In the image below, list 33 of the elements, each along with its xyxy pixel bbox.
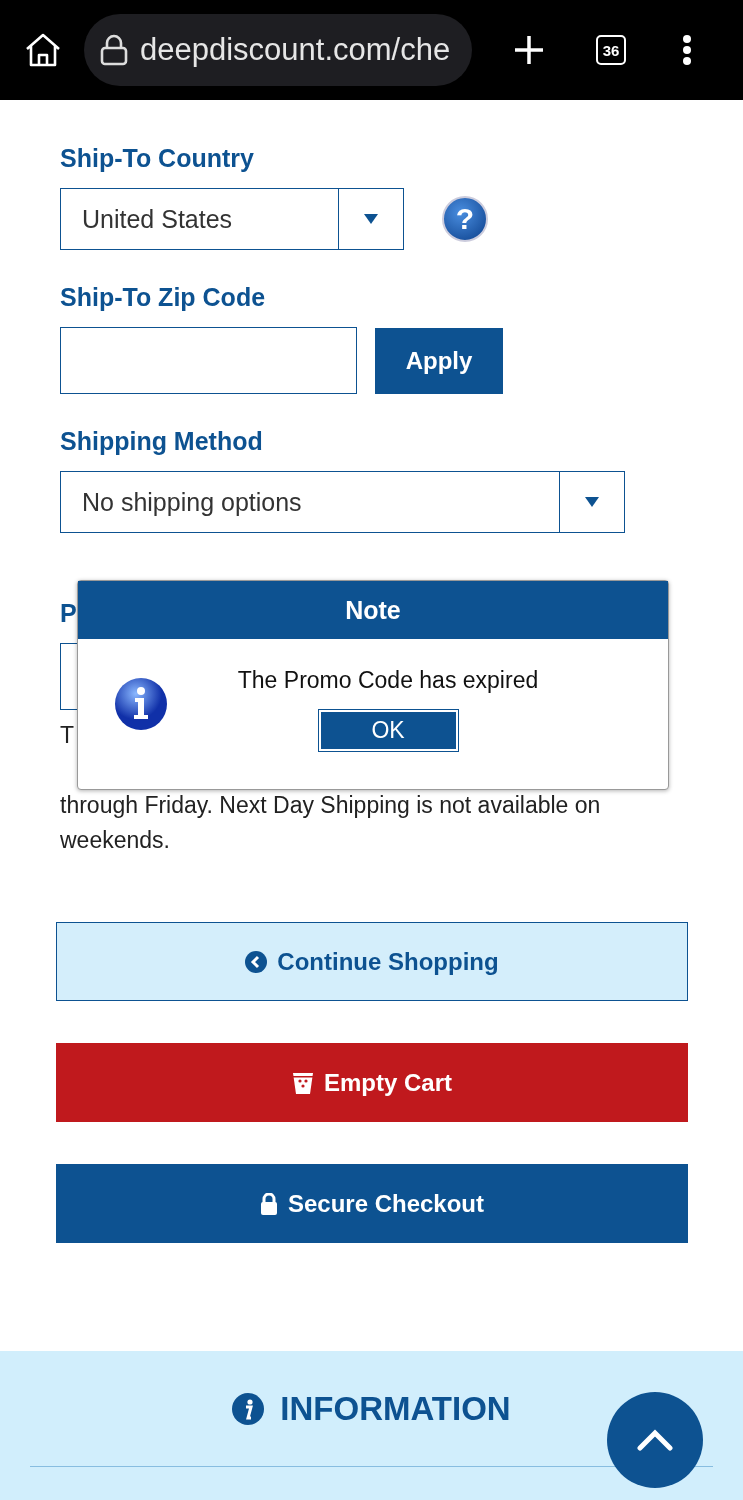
trash-icon — [292, 1070, 314, 1095]
field-label: Ship-To Country — [60, 143, 254, 174]
lock-icon — [259, 1192, 278, 1215]
field-label: Shipping Method — [60, 426, 263, 457]
plus-icon[interactable] — [514, 35, 544, 65]
address-bar[interactable]: deepdiscount.com/che — [84, 14, 472, 86]
ok-button[interactable]: OK — [318, 710, 458, 751]
home-icon[interactable] — [24, 32, 62, 68]
continue-button[interactable]: Continue Shopping — [56, 922, 688, 1001]
more-icon[interactable] — [682, 35, 692, 65]
caret-icon — [363, 213, 379, 225]
shipping-select[interactable]: No shipping options — [60, 471, 625, 533]
notice-text: through Friday. Next Day Shipping is not available on weekends. — [60, 791, 602, 855]
chevron-left-circle-icon — [245, 950, 268, 973]
help-icon[interactable]: ? — [442, 196, 488, 242]
zip-field[interactable] — [60, 327, 357, 394]
tab-count[interactable]: 36 — [596, 35, 626, 65]
lock-icon — [100, 34, 128, 66]
chevron-up-icon — [637, 1429, 673, 1451]
footer-section-heading[interactable]: INFORMATION — [280, 1389, 511, 1428]
empty-button[interactable]: Empty Cart — [56, 1043, 688, 1122]
field-label: Ship-To Zip Code — [60, 282, 266, 313]
notice-text: T — [60, 721, 75, 750]
country-select[interactable]: United States — [60, 188, 404, 250]
apply-button[interactable]: Apply — [375, 327, 503, 394]
checkout-button[interactable]: Secure Checkout — [56, 1164, 688, 1243]
caret-icon — [584, 496, 600, 508]
url-text: deepdiscount.com/che — [140, 32, 451, 68]
dialog-title: Note — [78, 581, 668, 639]
info-icon — [232, 1392, 265, 1425]
info-icon — [114, 677, 168, 731]
field-label: P — [60, 598, 77, 629]
dialog-message: The Promo Code has expired — [237, 667, 539, 694]
